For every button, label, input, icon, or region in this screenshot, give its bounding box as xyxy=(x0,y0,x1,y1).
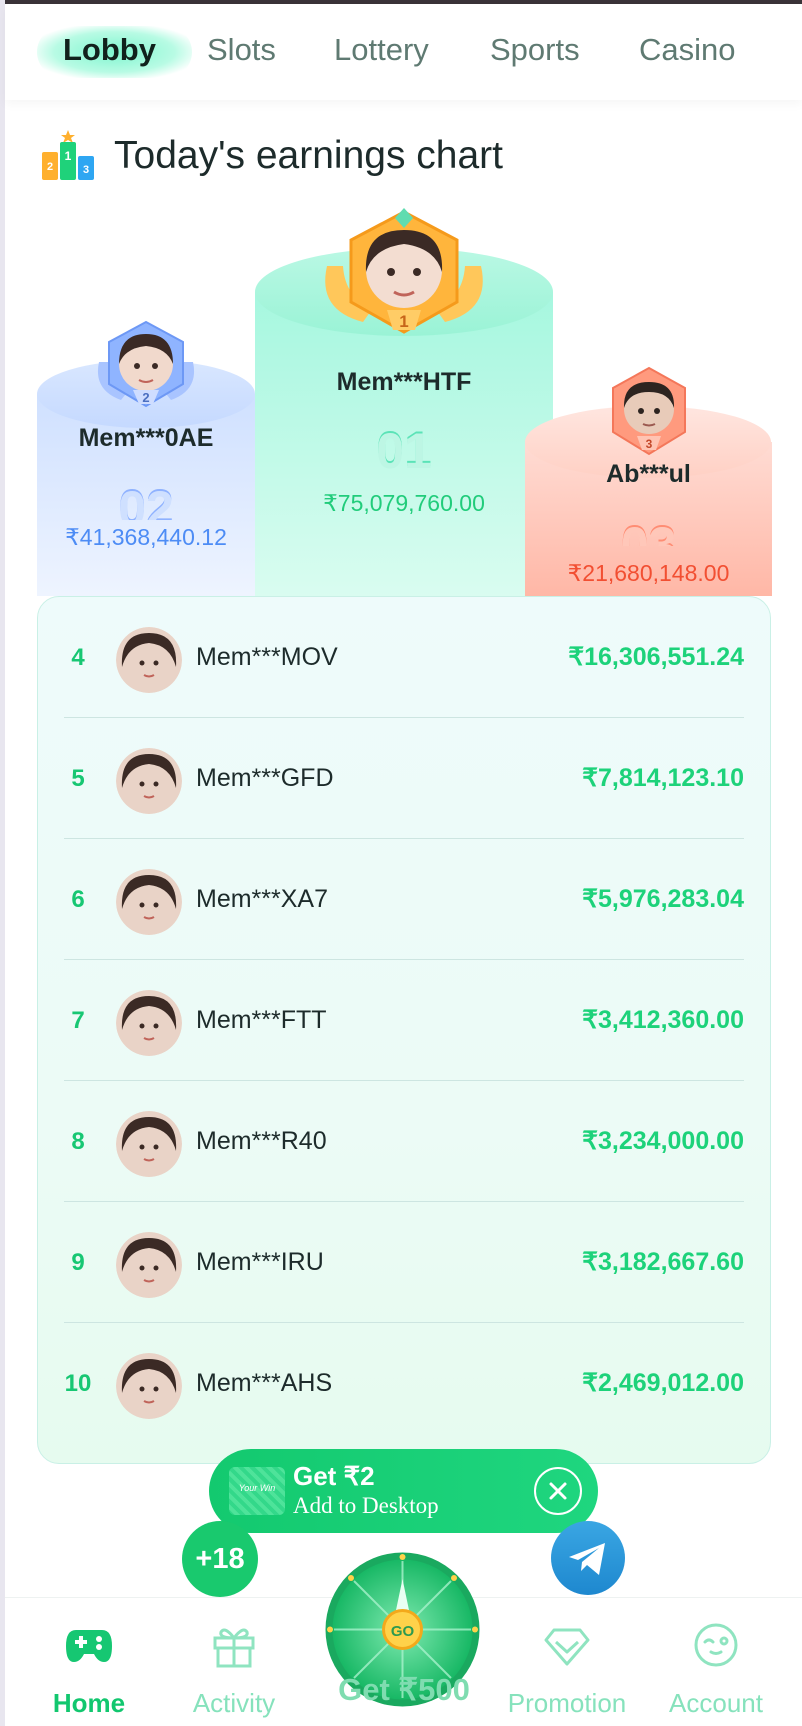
podium-second: 2 Mem***0AE 02 ₹41,368,440.12 xyxy=(37,320,255,596)
row-username: Mem***MOV xyxy=(196,643,338,671)
wheel-go-text: GO xyxy=(391,1623,415,1640)
row-amount: ₹5,976,283.04 xyxy=(582,885,744,913)
row-username: Mem***R40 xyxy=(196,1127,327,1155)
podium-first-name: Mem***HTF xyxy=(336,368,472,396)
gift-icon xyxy=(213,1628,255,1668)
row-rank: 7 xyxy=(71,1007,85,1034)
avatar xyxy=(116,1353,182,1419)
rank-2-badge-icon: 2 xyxy=(97,320,195,408)
podium-third-name: Ab***ul xyxy=(606,460,691,488)
gamepad-icon xyxy=(66,1630,112,1662)
telegram-button[interactable] xyxy=(551,1521,625,1595)
row-amount: ₹7,814,123.10 xyxy=(582,764,744,792)
window-left-border xyxy=(0,0,5,1726)
trophy-digit-1: 1 xyxy=(65,149,72,163)
nav-activity-label: Activity xyxy=(192,1688,276,1718)
ranking-row[interactable]: 5 Mem***GFD ₹7,814,123.10 xyxy=(38,718,770,839)
add-desktop-title: Get ₹2 xyxy=(293,1461,375,1491)
podium-second-name: Mem***0AE xyxy=(78,424,214,452)
chart-title: Today's earnings chart xyxy=(114,134,503,177)
podium-first-rank: 01 xyxy=(376,423,432,479)
nav-account[interactable]: Account xyxy=(641,1598,791,1726)
ranking-row[interactable]: 10 Mem***AHS ₹2,469,012.00 xyxy=(38,1323,770,1444)
age-restriction-badge[interactable]: +18 xyxy=(182,1521,258,1597)
row-username: Mem***GFD xyxy=(196,764,334,792)
row-amount: ₹3,234,000.00 xyxy=(582,1127,744,1155)
podium-third-rank: 03 xyxy=(620,517,677,546)
ranking-row[interactable]: 9 Mem***IRU ₹3,182,667.60 xyxy=(38,1202,770,1323)
nav-account-label: Account xyxy=(669,1688,763,1718)
tab-lobby[interactable]: Lobby xyxy=(63,32,156,68)
ranking-row[interactable]: 4 Mem***MOV ₹16,306,551.24 xyxy=(38,597,770,718)
rank-1-badge-icon: 1 xyxy=(325,208,483,334)
category-tabs: Lobby Slots Lottery Sports Casino xyxy=(5,4,802,100)
diamond-icon xyxy=(544,1628,590,1666)
nav-home-label: Home xyxy=(52,1688,126,1718)
add-to-desktop-banner[interactable]: Your Win Get ₹2 Add to Desktop xyxy=(209,1449,598,1533)
row-rank: 8 xyxy=(71,1128,85,1155)
rank-3-badge-icon: 3 xyxy=(612,366,686,456)
podium-first-amount: ₹75,079,760.00 xyxy=(323,490,485,516)
tab-casino[interactable]: Casino xyxy=(639,32,736,68)
rank-2-badge-number: 2 xyxy=(142,390,149,405)
rank-3-badge-number: 3 xyxy=(646,437,653,451)
podium-second-amount: ₹41,368,440.12 xyxy=(65,524,227,550)
tab-lottery[interactable]: Lottery xyxy=(334,32,429,68)
podium-third: 3 Ab***ul 03 ₹21,680,148.00 xyxy=(525,364,772,596)
row-rank: 4 xyxy=(71,644,85,671)
close-button[interactable] xyxy=(534,1467,582,1515)
nav-promotion[interactable]: Promotion xyxy=(492,1598,642,1726)
row-rank: 6 xyxy=(71,886,85,913)
ranking-row[interactable]: 6 Mem***XA7 ₹5,976,283.04 xyxy=(38,839,770,960)
ranking-list: 4 Mem***MOV ₹16,306,551.24 5 Mem***GFD ₹… xyxy=(37,596,771,1464)
podium-third-amount: ₹21,680,148.00 xyxy=(567,560,730,586)
podium-trophy-icon: 2 1 3 xyxy=(42,130,94,180)
row-username: Mem***FTT xyxy=(196,1006,327,1034)
row-username: Mem***XA7 xyxy=(196,885,328,913)
row-rank: 9 xyxy=(71,1249,85,1276)
avatar xyxy=(116,1111,182,1177)
app-logo: Your Win xyxy=(229,1467,285,1515)
avatar xyxy=(116,990,182,1056)
tab-sports[interactable]: Sports xyxy=(490,32,580,68)
trophy-digit-3: 3 xyxy=(83,164,89,176)
add-desktop-subtitle: Add to Desktop xyxy=(293,1493,439,1518)
tab-slots[interactable]: Slots xyxy=(207,32,276,68)
avatar xyxy=(116,1232,182,1298)
row-rank: 10 xyxy=(64,1370,92,1397)
app-logo-text: Your Win xyxy=(238,1483,276,1493)
rank-1-badge-number: 1 xyxy=(399,312,408,331)
row-username: Mem***AHS xyxy=(196,1369,333,1397)
nav-home[interactable]: Home xyxy=(14,1598,164,1726)
row-amount: ₹16,306,551.24 xyxy=(568,643,744,671)
row-amount: ₹3,412,360.00 xyxy=(582,1006,744,1034)
podium-first: 1 Mem***HTF 01 ₹75,079,760.00 xyxy=(255,208,553,596)
close-icon xyxy=(549,1482,567,1500)
row-rank: 5 xyxy=(71,765,85,792)
nav-activity[interactable]: Activity xyxy=(159,1598,309,1726)
row-amount: ₹2,469,012.00 xyxy=(582,1369,744,1397)
trophy-digit-2: 2 xyxy=(47,161,53,173)
ranking-row[interactable]: 8 Mem***R40 ₹3,234,000.00 xyxy=(38,1081,770,1202)
wheel-reward-label: Get ₹500 xyxy=(338,1672,470,1707)
avatar xyxy=(116,748,182,814)
telegram-icon xyxy=(569,1543,605,1575)
face-icon xyxy=(694,1623,738,1667)
ranking-row[interactable]: 7 Mem***FTT ₹3,412,360.00 xyxy=(38,960,770,1081)
row-amount: ₹3,182,667.60 xyxy=(582,1248,744,1276)
avatar xyxy=(116,627,182,693)
row-username: Mem***IRU xyxy=(196,1248,324,1276)
nav-promotion-label: Promotion xyxy=(507,1688,627,1718)
podium-second-rank: 02 xyxy=(118,481,174,520)
avatar xyxy=(116,869,182,935)
